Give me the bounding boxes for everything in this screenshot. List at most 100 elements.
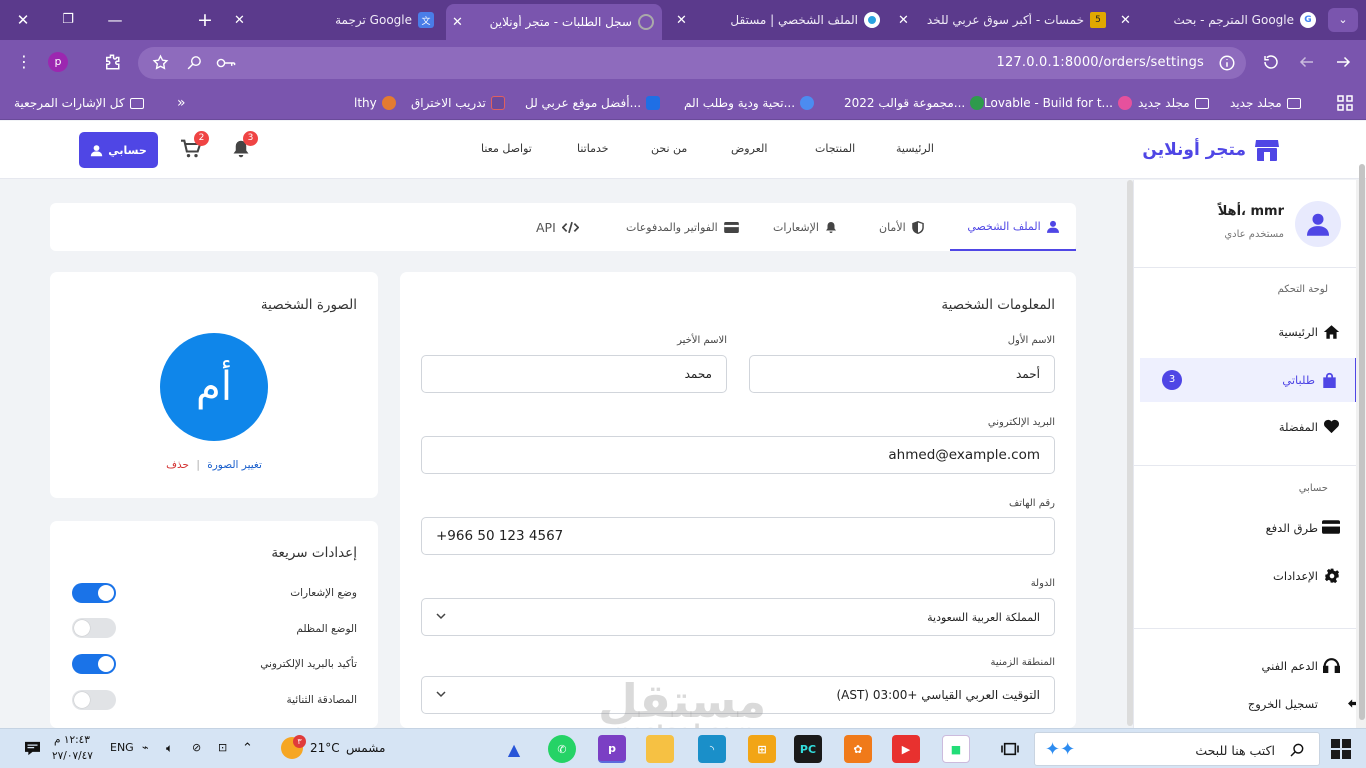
file-explorer-icon[interactable]	[646, 735, 674, 763]
cart-icon[interactable]: 2	[180, 131, 209, 159]
bookmark-lthy[interactable]: lthy	[354, 94, 396, 112]
browser-menu-icon[interactable]: ⋮	[16, 52, 32, 71]
bookmark-best-arab-site[interactable]: أفضل موقع عربي لل...	[525, 94, 661, 112]
close-tab-icon[interactable]: ✕	[452, 15, 463, 30]
pycharm-app-icon[interactable]: PC	[794, 735, 822, 763]
taskbar-search-box[interactable]: اكتب هنا للبحث ✦✦	[1034, 732, 1320, 766]
email-confirm-toggle[interactable]	[72, 654, 116, 674]
nav-services[interactable]: خدماتنا	[577, 142, 609, 155]
tab-api[interactable]: API	[536, 203, 579, 251]
tab-profile[interactable]: الملف الشخصي	[950, 203, 1076, 251]
close-tab-icon[interactable]: ✕	[1120, 13, 1131, 28]
notifications-bell-icon[interactable]: 3	[232, 131, 258, 159]
sidebar-item-home[interactable]: الرئيسية	[1140, 310, 1358, 354]
email-input[interactable]: ahmed@example.com	[421, 436, 1055, 474]
sidebar-item-payment-methods[interactable]: طرق الدفع	[1140, 506, 1358, 550]
arc-app-icon[interactable]: ▲	[500, 735, 528, 763]
bookmark-star-icon[interactable]	[152, 54, 169, 71]
chrome-profile-app-icon[interactable]: p	[598, 735, 626, 763]
change-photo-link[interactable]: تغيير الصورة	[207, 459, 262, 471]
sidebar-item-logout[interactable]: تسجيل الخروج	[1140, 682, 1363, 726]
show-hidden-icons[interactable]: ⌃	[242, 741, 253, 756]
bookmark-lovable[interactable]: Lovable - Build for t...	[984, 94, 1132, 112]
all-bookmarks-item[interactable]: كل الإشارات المرجعية	[14, 94, 144, 112]
nav-home[interactable]: الرئيسية	[896, 142, 934, 155]
store-app-icon[interactable]: ■	[942, 735, 970, 763]
xampp-app-icon[interactable]: ✿	[844, 735, 872, 763]
phone-input[interactable]: +966 50 123 4567	[421, 517, 1055, 555]
account-button[interactable]: حسابي	[79, 132, 158, 168]
nav-about[interactable]: من نحن	[651, 142, 687, 155]
first-name-input[interactable]: أحمد	[749, 355, 1055, 393]
minimize-window-button[interactable]: —	[100, 8, 130, 32]
close-tab-icon[interactable]: ✕	[234, 13, 245, 28]
youtube-app-icon[interactable]: ▶	[892, 735, 920, 763]
sidebar-item-settings[interactable]: الإعدادات	[1140, 554, 1358, 598]
browser-tab-mostaql[interactable]: ✕ الملف الشخصي | مستقل	[670, 6, 888, 34]
bookmark-folder-1[interactable]: مجلد جديد	[1138, 94, 1209, 112]
page-scrollbar-thumb[interactable]	[1359, 164, 1365, 720]
bookmark-folder-2[interactable]: مجلد جديد	[1230, 94, 1301, 112]
whatsapp-app-icon[interactable]: ✆	[548, 735, 576, 763]
zoom-icon[interactable]	[186, 54, 203, 71]
browser-tab-google[interactable]: ✕ المترجم - بحث Google G	[1114, 6, 1324, 34]
browser-tab-khamsat[interactable]: ✕ خمسات - أكبر سوق عربي للخد 5	[892, 6, 1114, 34]
reload-icon[interactable]	[1262, 53, 1280, 71]
restore-window-button[interactable]: ❐	[53, 8, 83, 32]
site-logo[interactable]: متجر أونلاين	[1142, 138, 1280, 162]
close-tab-icon[interactable]: ✕	[898, 13, 909, 28]
clock-date[interactable]: ٢٧/٠٧/٤٧	[52, 750, 93, 762]
tab-billing[interactable]: الفواتير والمدفوعات	[626, 203, 739, 251]
delete-photo-link[interactable]: حذف	[166, 459, 189, 471]
nav-offers[interactable]: العروض	[731, 142, 767, 155]
close-tab-icon[interactable]: ✕	[676, 13, 687, 28]
browser-tab-translate[interactable]: ✕ ترجمة Google 文	[228, 6, 442, 34]
forward-arrow-icon[interactable]	[1298, 53, 1316, 71]
nav-contact[interactable]: تواصل معنا	[481, 142, 532, 155]
timezone-select[interactable]: (AST) التوقيت العربي القياسي +03:00	[421, 676, 1055, 714]
language-indicator[interactable]: ENG	[110, 741, 134, 754]
copilot-sparkle-icon[interactable]: ✦✦	[1045, 739, 1075, 760]
tab-search-icon[interactable]: ⌄	[1328, 8, 1358, 32]
task-view-icon[interactable]	[996, 735, 1024, 763]
apps-grid-icon[interactable]	[1337, 94, 1353, 112]
last-name-input[interactable]: محمد	[421, 355, 727, 393]
user-avatar	[1295, 201, 1341, 247]
sun-weather-icon[interactable]: ٣	[281, 735, 306, 759]
clock-time[interactable]: ١٢:٤٣ م	[54, 734, 90, 746]
new-tab-button[interactable]: +	[190, 8, 220, 32]
network-icon[interactable]: ⌁	[142, 741, 149, 754]
windows-start-icon[interactable]	[1331, 739, 1351, 759]
bookmark-greeting[interactable]: تحية ودية وطلب الم...	[684, 94, 815, 112]
volume-icon[interactable]: 🔈︎	[166, 741, 173, 756]
profile-avatar: أم	[160, 333, 268, 441]
network-app-icon[interactable]: ⊞	[748, 735, 776, 763]
tab-security[interactable]: الأمان	[879, 203, 924, 251]
dark-mode-toggle[interactable]	[72, 618, 116, 638]
tab-notifications[interactable]: الإشعارات	[773, 203, 837, 251]
bookmark-templates[interactable]: مجموعة قوالب 2022...	[844, 94, 985, 112]
mic-off-tray-icon[interactable]: ⊘	[192, 741, 201, 754]
site-info-icon[interactable]	[1218, 54, 1236, 72]
weather-text: مشمس	[346, 741, 386, 755]
bookmark-hacking-training[interactable]: تدريب الاختراق	[411, 94, 505, 112]
sidebar-item-favorites[interactable]: المفضلة	[1140, 405, 1358, 449]
back-arrow-icon[interactable]	[1334, 53, 1352, 71]
country-select[interactable]: المملكة العربية السعودية	[421, 598, 1055, 636]
bookmarks-overflow-icon[interactable]: »	[177, 94, 186, 112]
extensions-icon[interactable]	[103, 53, 121, 71]
two-factor-toggle[interactable]	[72, 690, 116, 710]
notifications-mode-toggle[interactable]	[72, 583, 116, 603]
browser-tab-orders[interactable]: ✕ سجل الطلبات - متجر أونلاين	[446, 4, 662, 40]
password-key-icon[interactable]	[216, 55, 236, 71]
profile-avatar[interactable]: p	[48, 52, 68, 72]
sidebar-role: مستخدم عادي	[1224, 229, 1284, 240]
nav-products[interactable]: المنتجات	[815, 142, 855, 155]
content-scrollbar[interactable]	[1127, 180, 1133, 726]
sidebar-item-orders[interactable]: طلباتي 3	[1140, 358, 1358, 402]
close-window-button[interactable]: ✕	[8, 8, 38, 32]
camera-tray-icon[interactable]: ⊡	[218, 741, 227, 754]
notification-center-icon[interactable]	[24, 741, 41, 756]
omnibox[interactable]: 127.0.0.1:8000/orders/settings	[138, 47, 1246, 79]
vpn-app-icon[interactable]: ◝	[698, 735, 726, 763]
